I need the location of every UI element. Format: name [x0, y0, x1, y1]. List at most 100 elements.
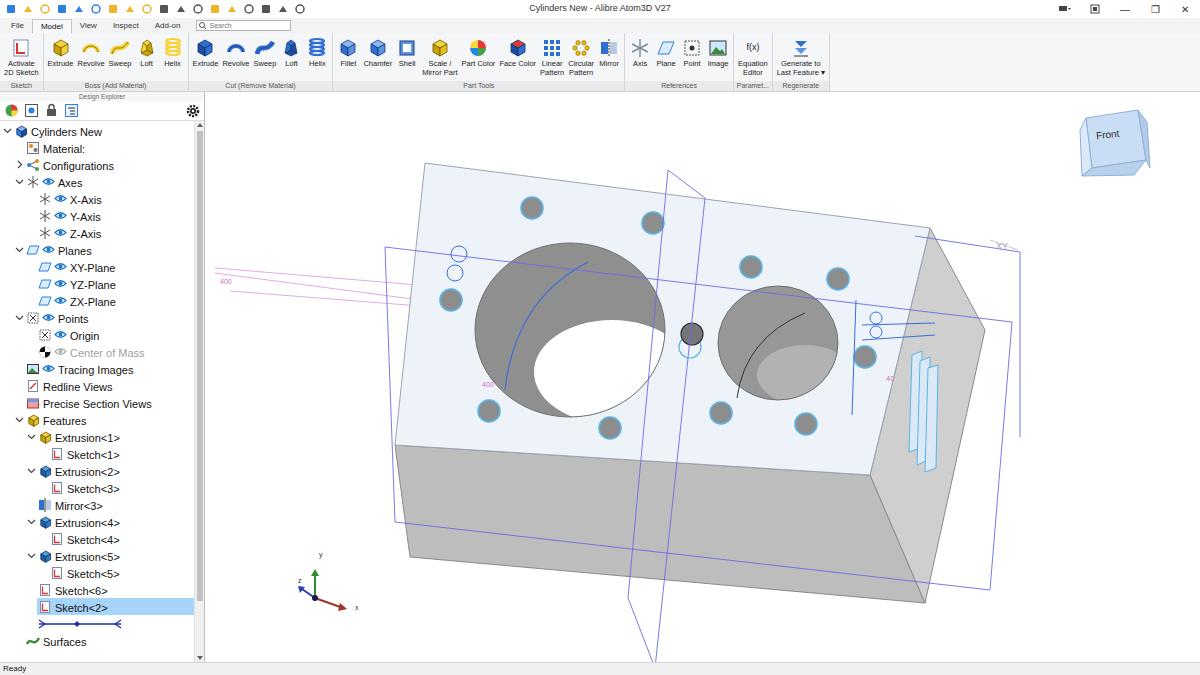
tree-item[interactable]: Sketch<6> [37, 581, 194, 598]
part-body[interactable] [395, 163, 985, 603]
tree-item[interactable]: Cylinders New [13, 122, 194, 139]
tree-item[interactable]: Center of Mass [37, 343, 194, 360]
tree-row[interactable]: Material: [0, 139, 194, 156]
ribbon-button[interactable]: Activate2D Sketch [3, 37, 40, 77]
ribbon-button[interactable]: Axis [628, 37, 652, 68]
ribbon-options[interactable] [1050, 4, 1080, 14]
tree-item[interactable]: Features [25, 411, 194, 428]
tree-row[interactable]: Redline Views [0, 377, 194, 394]
tree-item[interactable]: Tracing Images [25, 360, 194, 377]
tree-row[interactable]: Tracing Images [0, 360, 194, 377]
tree-item[interactable]: Sketch<4> [49, 530, 194, 547]
ribbon-button[interactable]: Revolve [76, 37, 105, 68]
ribbon-button[interactable]: Point [680, 37, 704, 68]
tree-row[interactable]: Y-Axis [0, 207, 194, 224]
tree-row[interactable]: Origin [0, 326, 194, 343]
tree-item[interactable]: Planes [25, 241, 194, 258]
tree-item[interactable]: Sketch<2> [37, 598, 194, 615]
ribbon-button[interactable]: Face Color [498, 37, 537, 68]
layout-button[interactable] [1080, 4, 1110, 14]
minimize-button[interactable]: — [1110, 2, 1140, 17]
tree-row[interactable]: Configurations [0, 156, 194, 173]
ribbon-button[interactable]: Part Color [461, 37, 497, 68]
tree-row[interactable]: ZX-Plane [0, 292, 194, 309]
tree-item[interactable]: Material: [25, 139, 194, 156]
tree-item[interactable]: YZ-Plane [37, 275, 194, 292]
ribbon-button[interactable]: Sweep [108, 37, 133, 68]
tree-item[interactable]: Redline Views [25, 377, 194, 394]
view-cube[interactable]: Front [1080, 110, 1150, 176]
tree-item[interactable]: Origin [37, 326, 194, 343]
tree-item[interactable]: Extrusion<1> [37, 428, 194, 445]
tree-item[interactable]: Extrusion<5> [37, 547, 194, 564]
ribbon-button[interactable]: CircularPattern [567, 37, 595, 77]
menu-tab[interactable]: File [3, 19, 32, 33]
tree-row[interactable]: Extrusion<1> [0, 428, 194, 445]
ribbon-button[interactable]: Loft [279, 37, 303, 68]
ribbon-button[interactable]: Image [706, 37, 730, 68]
tree-row[interactable]: Axes [0, 173, 194, 190]
tree-row[interactable] [0, 615, 194, 632]
tree-row[interactable]: Mirror<3> [0, 496, 194, 513]
tree-row[interactable]: Sketch<2> [0, 598, 194, 615]
rollback-bar[interactable] [37, 619, 123, 629]
tree-row[interactable]: Sketch<5> [0, 564, 194, 581]
ribbon-button[interactable]: Generate toLast Feature ▾ [776, 37, 826, 77]
view-cube-face-label[interactable]: Front [1095, 128, 1120, 141]
settings-button[interactable] [186, 104, 200, 118]
tree-row[interactable]: Extrusion<5> [0, 547, 194, 564]
scrollbar[interactable] [194, 121, 204, 662]
tree-row[interactable]: Z-Axis [0, 224, 194, 241]
ribbon-button[interactable]: Helix [305, 37, 329, 68]
menu-tab[interactable]: Inspect [105, 19, 147, 33]
tree-item[interactable]: Sketch<3> [49, 479, 194, 496]
menu-tab[interactable]: View [72, 19, 105, 33]
tree-item[interactable]: Axes [25, 173, 194, 190]
ribbon-button[interactable]: Mirror [597, 37, 621, 68]
search-box[interactable] [196, 20, 291, 31]
tree-item[interactable]: Sketch<5> [49, 564, 194, 581]
tree-row[interactable]: Center of Mass [0, 343, 194, 360]
menu-tab[interactable]: Model [32, 19, 72, 33]
tree-row[interactable]: Features [0, 411, 194, 428]
tree-item[interactable]: Extrusion<4> [37, 513, 194, 530]
tree-item[interactable]: Mirror<3> [37, 496, 194, 513]
scrollbar-thumb[interactable] [197, 131, 203, 601]
tree-item[interactable]: Surfaces [25, 632, 194, 649]
search-field[interactable] [207, 21, 290, 30]
ribbon-button[interactable]: LinearPattern [539, 37, 565, 77]
ribbon-button[interactable]: Helix [161, 37, 185, 68]
tree-row[interactable]: XY-Plane [0, 258, 194, 275]
tree-row[interactable]: Sketch<3> [0, 479, 194, 496]
close-button[interactable]: ✕ [1170, 2, 1200, 17]
ribbon-button[interactable]: Plane [654, 37, 678, 68]
restore-button[interactable]: ❐ [1140, 2, 1170, 17]
tree-row[interactable]: Cylinders New [0, 122, 194, 139]
tree-row[interactable]: Precise Section Views [0, 394, 194, 411]
ribbon-button[interactable]: Loft [135, 37, 159, 68]
ribbon-button[interactable]: Shell [395, 37, 419, 68]
ribbon-button[interactable]: Extrude [47, 37, 75, 68]
ribbon-button[interactable]: f(x)EquationEditor [737, 37, 769, 77]
tree-item[interactable]: XY-Plane [37, 258, 194, 275]
dimension-label[interactable]: 40 [886, 375, 894, 382]
tree-item[interactable]: Sketch<1> [49, 445, 194, 462]
tree-row[interactable]: Surfaces [0, 632, 194, 649]
ribbon-button[interactable]: Revolve [221, 37, 250, 68]
dimension-label[interactable]: 400 [220, 278, 232, 285]
tree-item[interactable]: Z-Axis [37, 224, 194, 241]
tree-item[interactable]: Points [25, 309, 194, 326]
tree-item[interactable]: Configurations [25, 156, 194, 173]
tree-row[interactable]: X-Axis [0, 190, 194, 207]
tree-row[interactable]: Points [0, 309, 194, 326]
tree-row[interactable]: YZ-Plane [0, 275, 194, 292]
tree-row[interactable]: Planes [0, 241, 194, 258]
tree-row[interactable]: Sketch<6> [0, 581, 194, 598]
tree-item[interactable]: Y-Axis [37, 207, 194, 224]
ribbon-button[interactable]: Scale /Mirror Part [421, 37, 458, 77]
tree-row[interactable]: Sketch<1> [0, 445, 194, 462]
yz-plane[interactable] [628, 170, 705, 662]
xy-plane[interactable] [385, 247, 1012, 590]
model-view[interactable]: XY40040040Frontyzx [205, 92, 1200, 662]
viewport[interactable]: XY40040040Frontyzx [205, 92, 1200, 662]
